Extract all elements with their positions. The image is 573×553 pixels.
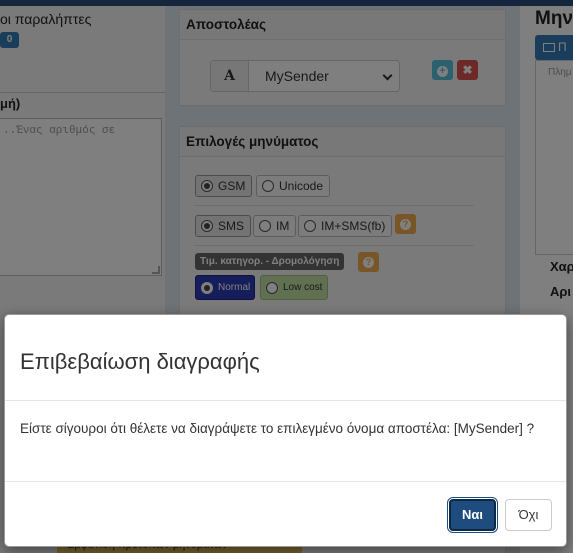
cancel-no-button[interactable]: Όχι (505, 499, 552, 531)
modal-body-text: Είστε σίγουροι ότι θέλετε να διαγράψετε … (20, 421, 535, 436)
confirm-yes-button[interactable]: Ναι (449, 499, 496, 531)
modal-title: Επιβεβαίωση διαγραφής (20, 349, 260, 374)
modal-header: Επιβεβαίωση διαγραφής (5, 315, 566, 401)
delete-confirmation-dialog: Επιβεβαίωση διαγραφής Είστε σίγουροι ότι… (4, 314, 567, 547)
modal-footer: Ναι Όχι (5, 481, 566, 547)
